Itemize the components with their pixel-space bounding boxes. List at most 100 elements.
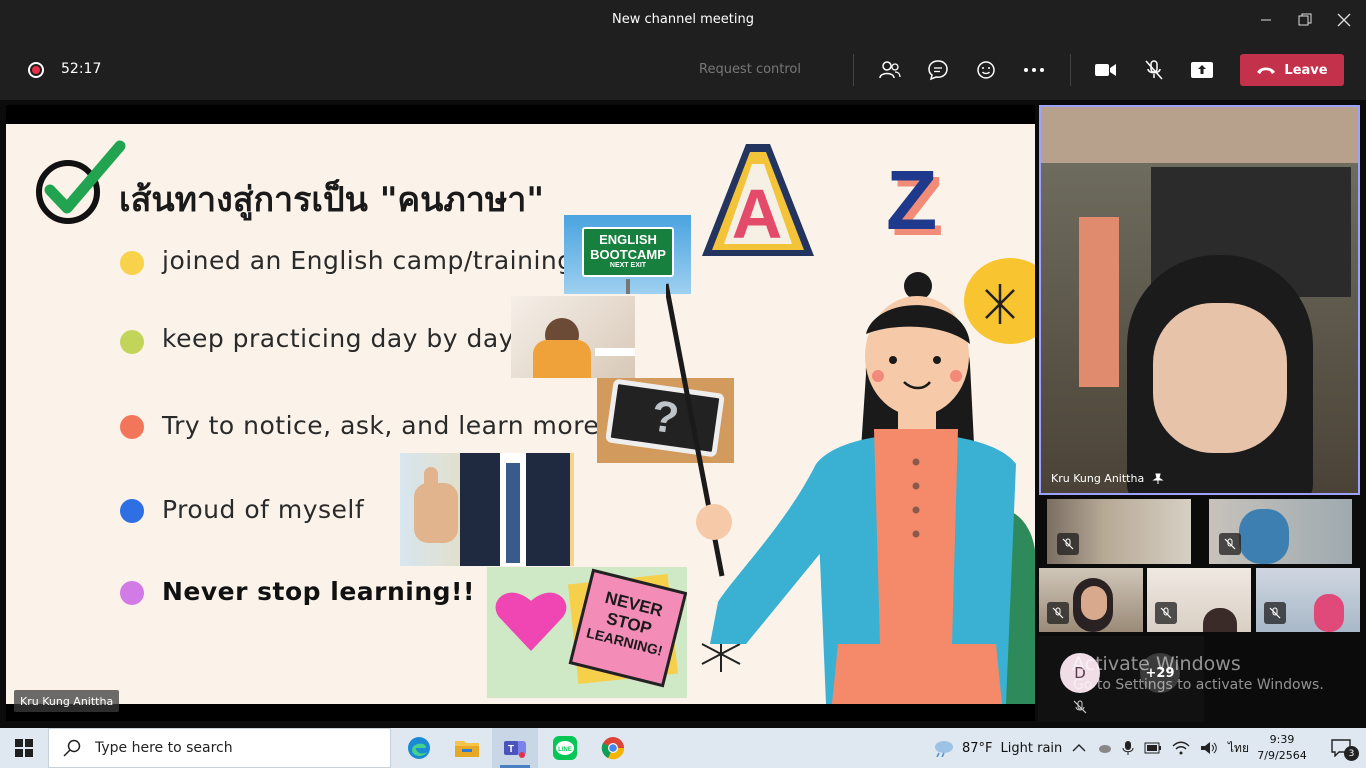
mic-off-icon (1062, 538, 1074, 550)
camera-button[interactable] (1094, 58, 1118, 82)
letter-z: Z (886, 153, 938, 247)
people-icon (879, 61, 901, 79)
participant-tile[interactable] (1047, 499, 1191, 564)
teams-meeting-window: New channel meeting 52:17 Request contro… (0, 0, 1366, 768)
recording-indicator-icon (28, 62, 44, 78)
letter-a-graphic: A (694, 138, 820, 260)
pinned-participant-video[interactable]: Kru Kung Anittha (1039, 105, 1360, 495)
line-app[interactable]: LINE (542, 728, 588, 768)
teams-app[interactable]: T (492, 728, 538, 768)
student-writing-image (511, 296, 635, 378)
bullet-text-2: keep practicing day by day (162, 324, 515, 353)
watermark-line-1: Activate Windows (1072, 653, 1241, 675)
microphone-icon[interactable] (1122, 740, 1134, 756)
taskbar-clock[interactable]: 9:39 7/9/2564 (1254, 732, 1310, 764)
system-tray: ไทย (1072, 728, 1249, 768)
watermark-line-2: Go to Settings to activate Windows. (1073, 677, 1324, 693)
share-button[interactable] (1190, 58, 1214, 82)
presenter-name-badge: Kru Kung Anittha (14, 690, 120, 712)
meeting-timer: 52:17 (61, 61, 102, 77)
checkmark-icon (36, 140, 126, 224)
participant-tile[interactable] (1147, 568, 1251, 632)
folder-icon (455, 741, 479, 757)
weather-temperature: 87°F (962, 740, 993, 756)
participant-tile[interactable] (1256, 568, 1360, 632)
window-title: New channel meeting (612, 12, 754, 27)
sign-line-3: NEXT EXIT (609, 262, 647, 269)
edge-app[interactable] (396, 728, 442, 768)
taskbar-search-box[interactable]: Type here to search (48, 728, 391, 768)
chevron-up-icon[interactable] (1072, 743, 1086, 753)
pinned-name-label: Kru Kung Anittha (1051, 472, 1164, 485)
windows-taskbar: Type here to search T LINE 87°F Light ra… (0, 728, 1366, 768)
input-language[interactable]: ไทย (1228, 739, 1249, 758)
participant-tile[interactable] (1039, 568, 1143, 632)
mic-button[interactable] (1142, 58, 1166, 82)
letter-a: A (731, 175, 783, 253)
file-explorer-app[interactable] (444, 728, 490, 768)
more-icon (1024, 68, 1044, 72)
weather-widget[interactable]: 87°F Light rain (932, 728, 1062, 768)
camera-icon (1095, 64, 1116, 76)
bullet-orange (120, 415, 144, 439)
mic-off-badge (1264, 602, 1286, 624)
thumbs-up-businessman-image (400, 453, 574, 566)
close-button[interactable] (1330, 8, 1358, 32)
divider (853, 54, 854, 86)
volume-icon[interactable] (1200, 741, 1218, 755)
minimize-icon (1261, 19, 1271, 21)
chat-icon (928, 60, 948, 81)
reactions-button[interactable] (974, 58, 998, 82)
maximize-button[interactable] (1291, 8, 1319, 32)
teacher-illustration (666, 272, 1035, 704)
leave-button[interactable]: Leave (1240, 54, 1344, 86)
onedrive-icon[interactable] (1096, 741, 1112, 755)
hang-up-icon (1257, 67, 1276, 74)
minimize-button[interactable] (1252, 8, 1280, 32)
chat-button[interactable] (926, 58, 950, 82)
mic-off-badge (1047, 602, 1069, 624)
line-icon: LINE (553, 736, 577, 760)
bullet-purple (120, 581, 144, 605)
bullet-yellow (120, 251, 144, 275)
close-icon (1337, 13, 1351, 27)
request-control-button[interactable]: Request control (699, 62, 801, 77)
participant-face (1153, 303, 1287, 453)
svg-text:T: T (508, 744, 514, 755)
participant-tile[interactable] (1209, 499, 1352, 564)
chrome-app[interactable] (590, 728, 636, 768)
pin-icon (1152, 473, 1164, 484)
mic-off-icon (1052, 607, 1064, 619)
mic-off-badge (1057, 533, 1079, 555)
bullet-text-4: Proud of myself (162, 495, 365, 524)
clock-time: 9:39 (1269, 733, 1295, 746)
teams-icon: T (504, 741, 526, 758)
start-button[interactable] (0, 728, 48, 768)
sign-line-1: ENGLISH (599, 232, 657, 247)
presentation-slide: เส้นทางสู่การเป็น "คนภาษา" joined an Eng… (6, 124, 1035, 704)
notification-count-badge: 3 (1344, 746, 1359, 761)
mic-off-icon (1073, 700, 1087, 714)
wifi-icon[interactable] (1172, 741, 1190, 755)
windows-logo-icon (15, 739, 33, 757)
clock-date: 7/9/2564 (1257, 749, 1307, 762)
restore-icon (1298, 13, 1312, 26)
participants-button[interactable] (878, 58, 902, 82)
slide-title: เส้นทางสู่การเป็น "คนภาษา" (119, 180, 545, 220)
meeting-controls-bar: 52:17 Request control Leave (0, 40, 1366, 100)
mic-off-icon (1145, 60, 1163, 80)
never-stop-learning-image: NEVER STOP LEARNING! (487, 567, 687, 698)
battery-icon[interactable] (1144, 742, 1162, 754)
share-screen-icon (1191, 62, 1213, 78)
mic-off-icon (1160, 607, 1172, 619)
rain-cloud-icon (935, 741, 953, 757)
edge-icon (408, 737, 430, 759)
svg-text:LINE: LINE (558, 747, 572, 753)
divider (1070, 54, 1071, 86)
mic-off-badge (1219, 533, 1241, 555)
mic-off-badge (1155, 602, 1177, 624)
pinned-participant-name: Kru Kung Anittha (1051, 472, 1145, 485)
more-actions-button[interactable] (1022, 58, 1046, 82)
notification-center-button[interactable]: 3 (1318, 728, 1364, 768)
activate-windows-watermark: Activate Windows Go to Settings to activ… (1072, 653, 1324, 693)
